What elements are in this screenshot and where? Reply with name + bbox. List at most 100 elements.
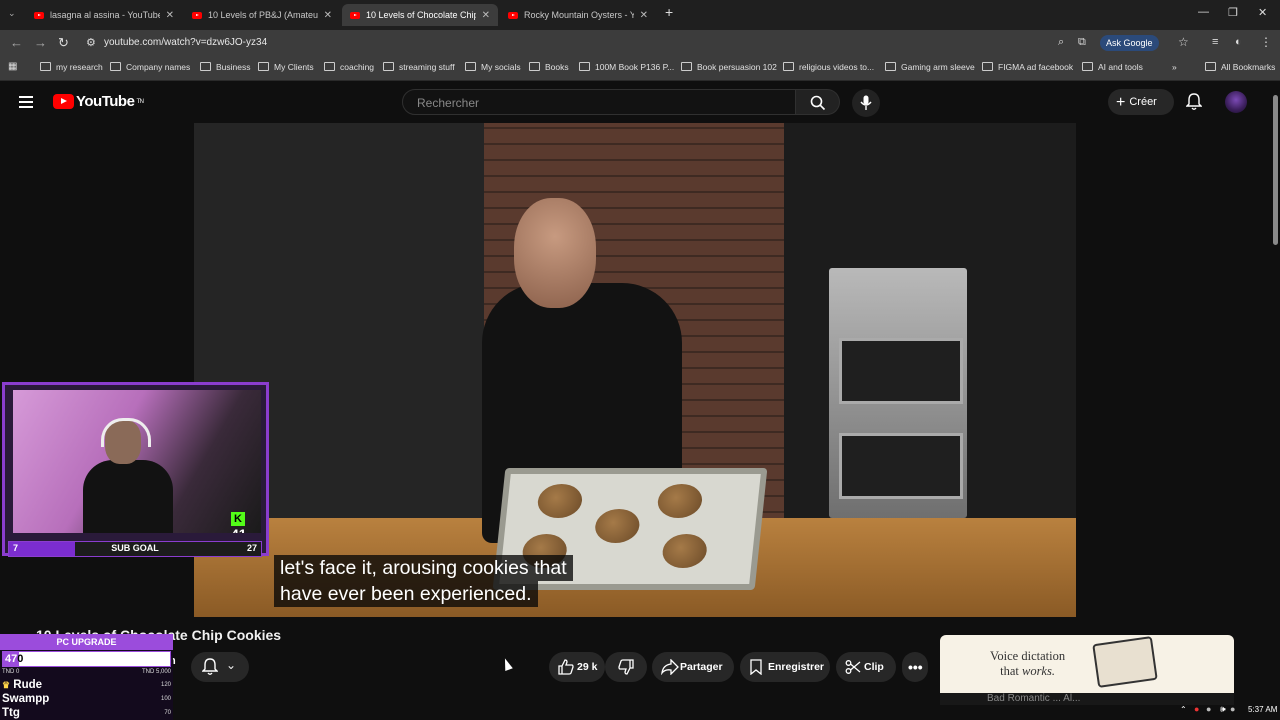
voice-search-button[interactable] — [852, 89, 880, 117]
browser-tab-strip: ⌄ lasagna al assina - YouTube ✕ 10 Level… — [0, 0, 1280, 30]
tray-app-icon[interactable]: ● — [1206, 704, 1211, 714]
donor-amount: 120 — [160, 682, 171, 688]
youtube-favicon-icon — [508, 11, 518, 19]
search-input[interactable] — [415, 95, 779, 111]
create-label: Créer — [1129, 96, 1157, 108]
bookmark-folder[interactable]: Company names — [110, 62, 190, 72]
browser-tab[interactable]: Rocky Mountain Oysters - YouT ✕ — [500, 4, 656, 26]
tray-app-icon[interactable]: ● — [1230, 704, 1235, 714]
bookmark-folder[interactable]: Business — [200, 62, 251, 72]
apps-grid-icon[interactable]: ▦ — [8, 61, 17, 72]
forward-arrow-icon[interactable]: → — [34, 35, 47, 50]
avatar[interactable] — [1225, 91, 1247, 113]
clock-time[interactable]: 5:37 AM — [1248, 705, 1277, 714]
video-frame-cookie — [536, 484, 584, 518]
youtube-play-icon — [53, 94, 74, 109]
restore-window-button[interactable]: ❐ — [1228, 6, 1238, 19]
folder-icon — [258, 62, 269, 71]
close-tab-icon[interactable]: ✕ — [166, 10, 174, 21]
tab-search-list-icon[interactable]: ≡ — [1212, 36, 1218, 48]
trophy-icon: ♛ — [2, 680, 11, 690]
search-button[interactable] — [796, 89, 840, 115]
youtube-header: YouTube TN +Créer — [0, 81, 1280, 123]
more-horizontal-icon: ••• — [908, 659, 923, 675]
url-field[interactable]: youtube.com/watch?v=dzw6JO-yz34 — [104, 37, 267, 48]
site-info-icon[interactable]: ⚙ — [86, 36, 96, 49]
minimize-window-button[interactable]: — — [1198, 6, 1209, 18]
video-frame-cookie — [593, 509, 642, 543]
save-button[interactable]: Enregistrer — [740, 652, 830, 682]
all-bookmarks-folder[interactable]: All Bookmarks — [1205, 62, 1275, 72]
dislike-button[interactable] — [605, 652, 647, 682]
bookmark-label: Book persuasion 102 — [697, 62, 777, 72]
ad-laptop-illustration — [1092, 636, 1158, 688]
kick-logo-icon: K — [231, 512, 245, 526]
page-scrollbar[interactable] — [1270, 81, 1280, 701]
headphones-icon — [101, 418, 151, 447]
bookmark-label: My socials — [481, 62, 521, 72]
bookmark-folder[interactable]: religious videos to... — [783, 62, 874, 72]
webcam-feed: K41 — [13, 390, 261, 533]
folder-icon — [579, 62, 590, 71]
close-window-button[interactable]: ✕ — [1258, 6, 1267, 19]
clip-label: Clip — [864, 661, 884, 673]
like-button[interactable]: 29 k — [549, 652, 605, 682]
logo-country-code: TN — [136, 98, 144, 105]
bookmark-folder[interactable]: My Clients — [258, 62, 314, 72]
more-actions-button[interactable]: ••• — [902, 652, 928, 682]
bookmark-folder[interactable]: 100M Book P136 P... — [579, 62, 674, 72]
close-tab-icon[interactable]: ✕ — [640, 10, 648, 21]
bookmark-folder[interactable]: AI and tools — [1082, 62, 1143, 72]
scrollbar-thumb[interactable] — [1273, 95, 1278, 245]
bookmark-label: AI and tools — [1098, 62, 1143, 72]
zoom-icon[interactable]: ⌕ — [1058, 36, 1064, 49]
browser-tab[interactable]: lasagna al assina - YouTube ✕ — [26, 4, 182, 26]
bookmark-folder[interactable]: Gaming arm sleeve — [885, 62, 975, 72]
bookmark-folder[interactable]: my research — [40, 62, 103, 72]
install-app-icon[interactable]: ⧉ — [1078, 36, 1086, 49]
profile-icon[interactable]: ◐ — [1235, 36, 1242, 48]
scissors-icon — [845, 660, 861, 674]
bookmark-folder[interactable]: coaching — [324, 62, 374, 72]
bookmark-folder[interactable]: FIGMA ad facebook — [982, 62, 1073, 72]
create-button[interactable]: + Créer — [1108, 89, 1174, 115]
video-player[interactable]: let's face it, arousing cookies that hav… — [194, 123, 1076, 617]
bookmark-folder[interactable]: Book persuasion 102 — [681, 62, 777, 72]
ask-google-button[interactable]: Ask Google — [1100, 35, 1159, 51]
notifications-bell-icon[interactable] — [1186, 93, 1202, 111]
bookmark-star-icon[interactable]: ☆ — [1178, 35, 1189, 49]
bookmark-folder[interactable]: streaming stuff — [383, 62, 455, 72]
streamer-webcam-overlay: K41 — [2, 382, 269, 556]
tab-search-icon[interactable]: ⌄ — [8, 8, 16, 19]
browser-tab[interactable]: 10 Levels of PB&J (Amateur to ✕ — [184, 4, 340, 26]
youtube-logo[interactable]: YouTube TN — [53, 93, 144, 110]
more-bookmarks-chevron-icon[interactable]: » — [1172, 62, 1177, 72]
reload-icon[interactable]: ↻ — [58, 35, 69, 51]
bookmark-folder[interactable]: My socials — [465, 62, 521, 72]
video-frame-cookie — [660, 534, 709, 568]
share-button[interactable]: Partager — [652, 652, 734, 682]
tray-chevron-icon[interactable]: ⌃ — [1180, 705, 1187, 714]
volume-icon[interactable]: 🕪 — [1220, 704, 1226, 715]
address-bar-row: ← → ↻ ⚙ youtube.com/watch?v=dzw6JO-yz34 … — [0, 30, 1280, 56]
donation-goal-value-part: 47 — [5, 653, 18, 665]
folder-icon — [200, 62, 211, 71]
browser-menu-icon[interactable]: ⋮ — [1260, 35, 1272, 49]
close-tab-icon[interactable]: ✕ — [324, 10, 332, 21]
sidebar-ad-card[interactable]: Voice dictation that works. — [940, 635, 1234, 693]
subscription-notification-button[interactable]: ⌄ — [191, 652, 249, 682]
browser-tab-active[interactable]: 10 Levels of Chocolate Chip Co ✕ — [342, 4, 498, 26]
back-arrow-icon[interactable]: ← — [10, 35, 23, 50]
tray-app-icon[interactable]: ● — [1194, 704, 1199, 714]
bookmarks-bar: ▦ my research Company names Business My … — [0, 56, 1280, 81]
new-tab-button[interactable]: + — [665, 4, 673, 20]
bookmark-folder[interactable]: Books — [529, 62, 569, 72]
clip-button[interactable]: Clip — [836, 652, 896, 682]
close-tab-icon[interactable]: ✕ — [482, 10, 490, 21]
folder-icon — [465, 62, 476, 71]
menu-hamburger-icon[interactable] — [19, 96, 33, 111]
donor-amount: 70 — [164, 710, 171, 716]
folder-icon — [681, 62, 692, 71]
video-frame-oven — [829, 268, 967, 518]
donation-goal-value: 470 — [5, 652, 23, 666]
